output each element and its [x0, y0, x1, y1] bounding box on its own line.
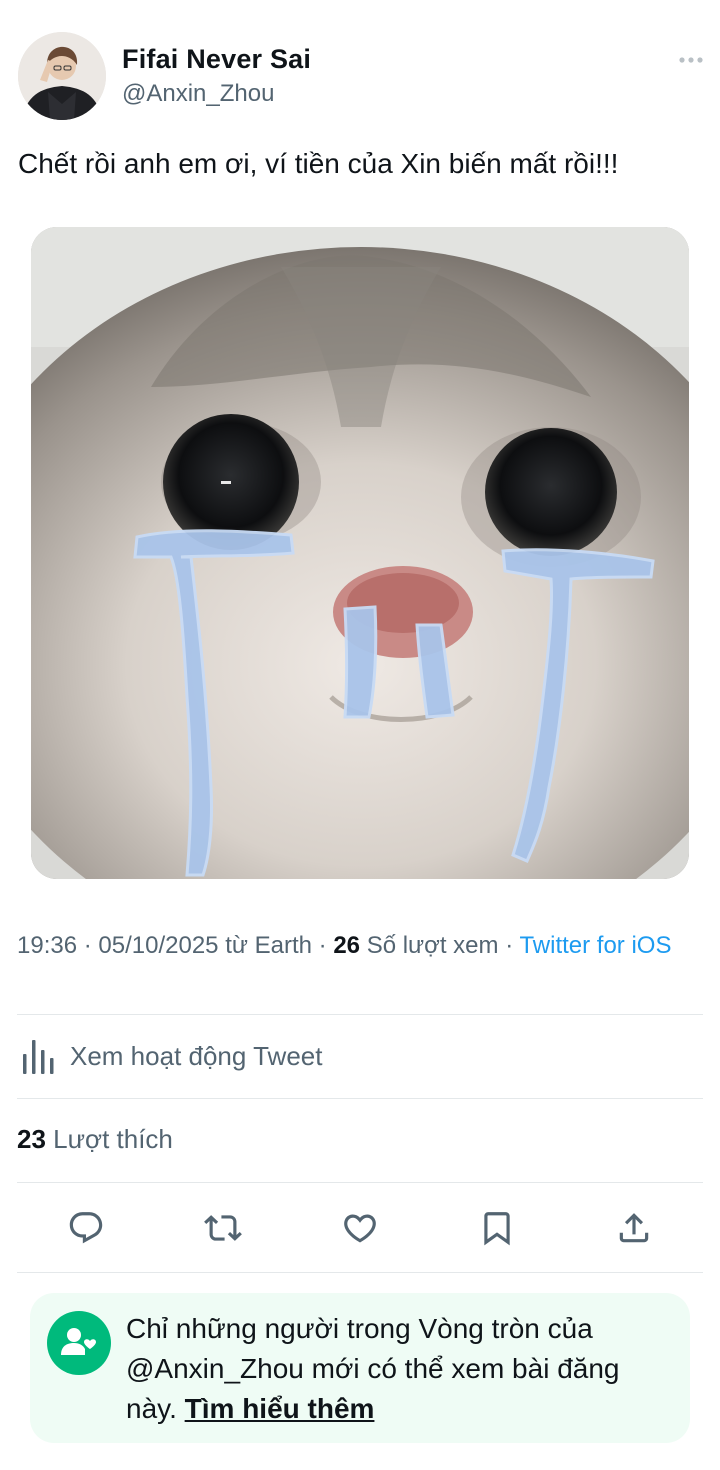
- divider: [17, 1182, 703, 1183]
- tweet-action-bar: [0, 1198, 720, 1258]
- tweet-media[interactable]: [31, 227, 689, 879]
- avatar-image: [18, 32, 106, 120]
- bookmark-button[interactable]: [475, 1206, 519, 1250]
- tweet-location: từ Earth: [225, 932, 312, 959]
- tweet-date[interactable]: 05/10/2025: [98, 932, 218, 959]
- view-tweet-activity-button[interactable]: Xem hoạt động Tweet: [17, 1024, 703, 1090]
- tweet-header: Fifai Never Sai @Anxin_Zhou: [0, 0, 720, 130]
- view-tweet-activity-label: Xem hoạt động Tweet: [70, 1041, 323, 1071]
- tweet-meta: 19:36 · 05/10/2025 từ Earth · 26 Số lượt…: [17, 930, 697, 961]
- learn-more-link[interactable]: Tìm hiểu thêm: [185, 1393, 375, 1424]
- likes-count-link[interactable]: 23 Lượt thích: [17, 1124, 173, 1155]
- reply-button[interactable]: [64, 1206, 108, 1250]
- meta-separator: ·: [505, 932, 520, 959]
- views-count: 26: [333, 932, 361, 959]
- tweet-time[interactable]: 19:36: [17, 932, 77, 959]
- share-icon: [619, 1213, 649, 1243]
- meta-separator: ·: [83, 932, 99, 959]
- divider: [17, 1014, 703, 1015]
- like-button[interactable]: [338, 1206, 382, 1250]
- avatar[interactable]: [18, 32, 106, 120]
- author-display-name[interactable]: Fifai Never Sai: [122, 44, 311, 75]
- share-button[interactable]: [612, 1206, 656, 1250]
- meta-separator: ·: [318, 932, 334, 959]
- circle-people-icon: [47, 1311, 111, 1375]
- crying-cat-photo: [31, 227, 689, 879]
- heart-icon: [344, 1214, 376, 1243]
- retweet-button[interactable]: [201, 1206, 245, 1250]
- tweet-text: Chết rồi anh em ơi, ví tiền của Xin biến…: [18, 148, 619, 179]
- likes-count: 23: [17, 1124, 46, 1154]
- author-handle[interactable]: @Anxin_Zhou: [122, 80, 274, 108]
- views-label: Số lượt xem: [366, 932, 499, 959]
- tweet-client-link[interactable]: Twitter for iOS: [519, 932, 671, 959]
- reply-icon: [69, 1212, 103, 1244]
- circle-notice-text: Chỉ những người trong Vòng tròn của @Anx…: [126, 1309, 671, 1429]
- bookmark-icon: [484, 1212, 510, 1246]
- more-options-icon[interactable]: [678, 50, 704, 70]
- divider: [17, 1098, 703, 1099]
- likes-label: Lượt thích: [53, 1124, 173, 1154]
- circle-notice: Chỉ những người trong Vòng tròn của @Anx…: [30, 1293, 690, 1443]
- analytics-bars-icon: [23, 1040, 54, 1074]
- retweet-icon: [204, 1215, 242, 1241]
- divider: [17, 1272, 703, 1273]
